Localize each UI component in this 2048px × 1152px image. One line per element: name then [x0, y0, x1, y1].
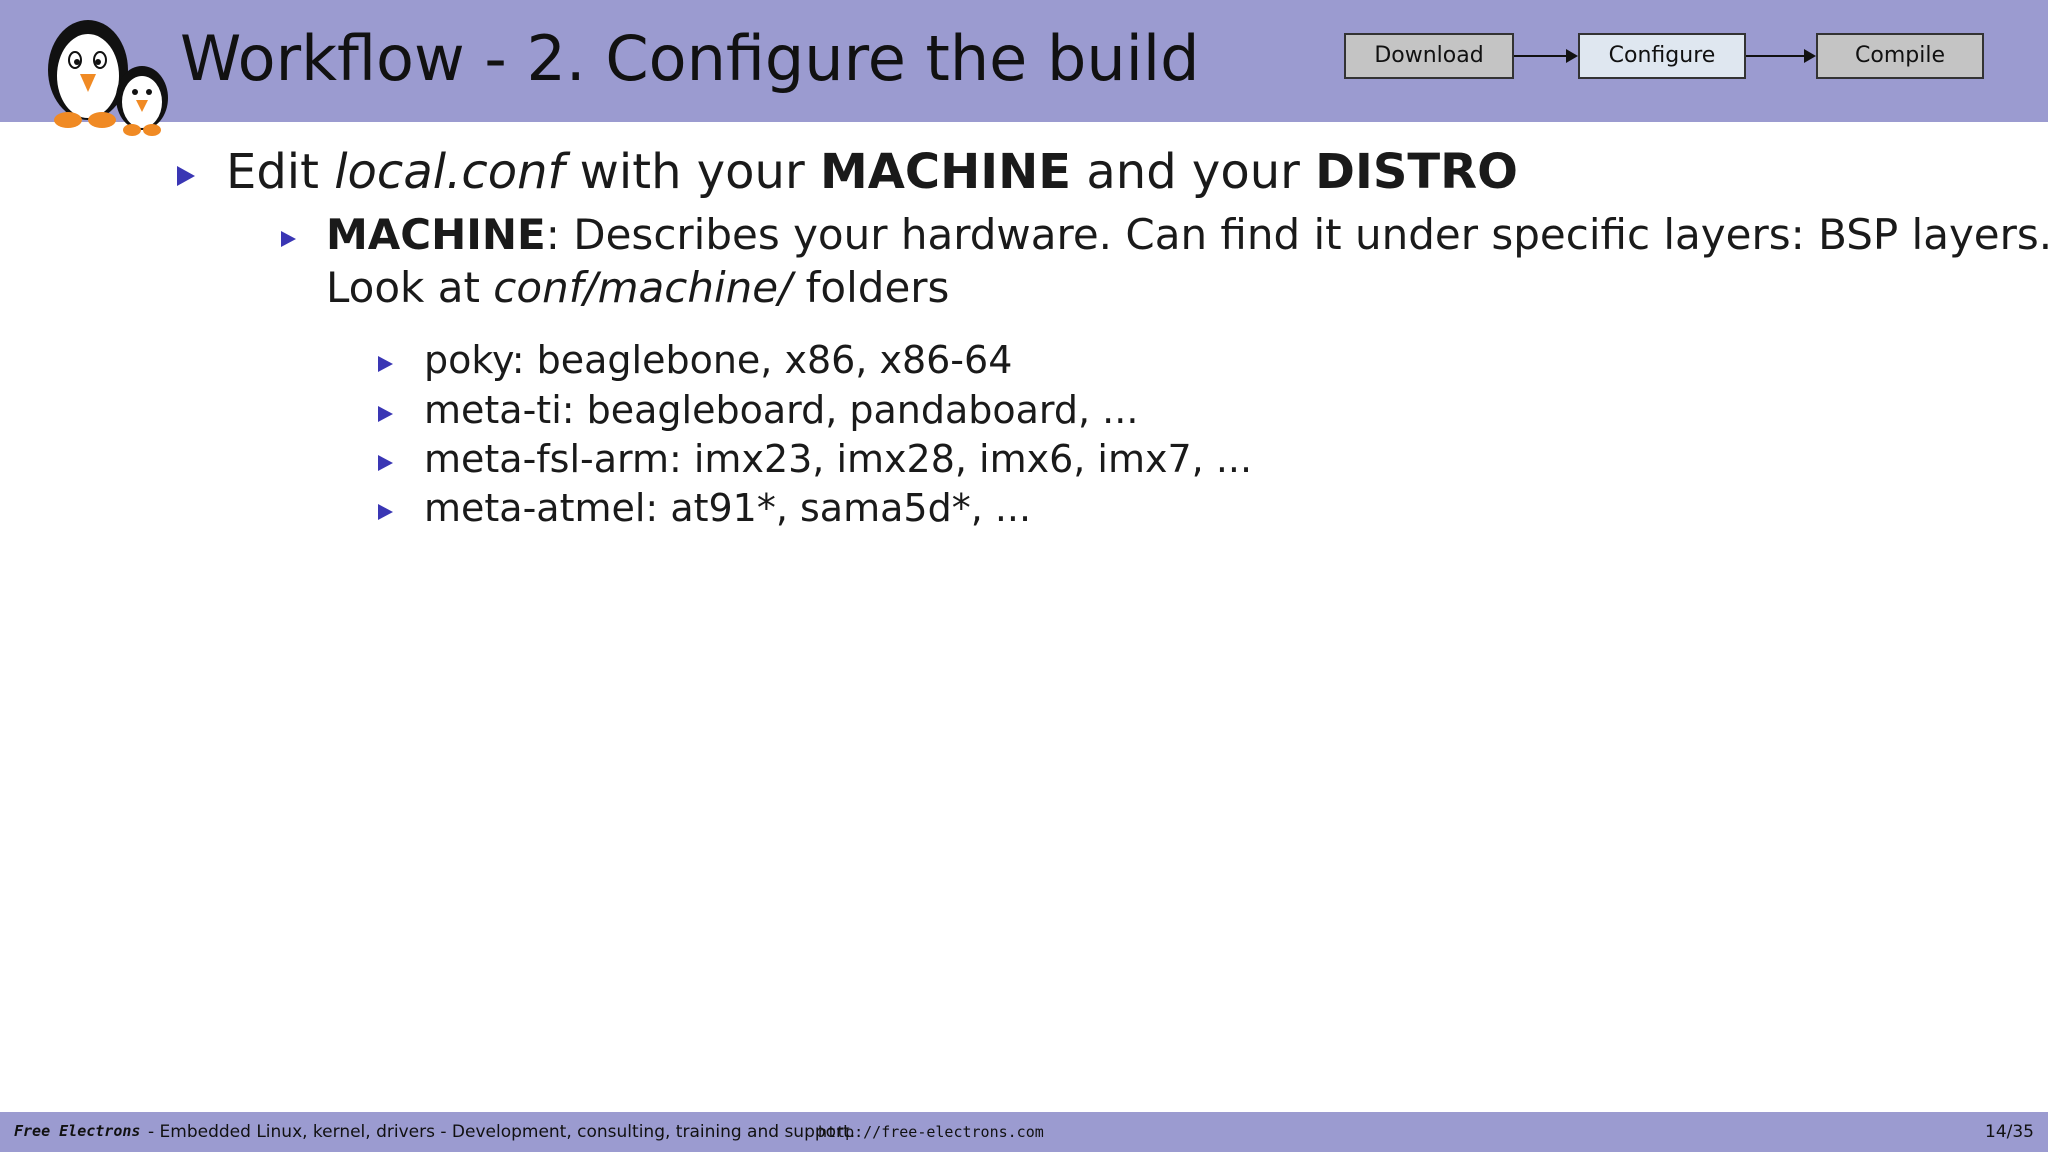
keyword-distro: DISTRO: [1315, 144, 1518, 200]
bullet-machine-description: MACHINE: Describes your hardware. Can fi…: [326, 210, 2048, 259]
bullet-icon: [378, 455, 393, 471]
bullet-edit-localconf: Edit local.conf with your MACHINE and yo…: [226, 144, 1518, 200]
keyword-machine: MACHINE: [326, 210, 546, 259]
step-arrow-icon: [1746, 49, 1816, 63]
text-segment: folders: [792, 263, 950, 312]
text-segment: : Describes your hardware. Can find it u…: [545, 210, 2048, 259]
footer-url-link[interactable]: http://free-electrons.com: [818, 1123, 1044, 1141]
page-number: 14/35: [1985, 1122, 2034, 1142]
slide-title: Workflow - 2. Configure the build: [180, 22, 1200, 95]
bullet-icon: [378, 356, 393, 372]
list-item: meta-ti: beagleboard, pandaboard, ...: [424, 388, 1139, 432]
bullet-icon: [177, 166, 195, 186]
footer-description: - Embedded Linux, kernel, drivers - Deve…: [148, 1122, 856, 1142]
step-configure-box: Configure: [1578, 33, 1746, 79]
text-segment: Edit: [226, 144, 335, 200]
folder-path: conf/machine/: [493, 263, 793, 312]
bullet-machine-description-line2: Look at conf/machine/ folders: [326, 263, 949, 312]
list-item: meta-atmel: at91*, sama5d*, ...: [424, 486, 1032, 530]
text-segment: Look at: [326, 263, 494, 312]
step-download-box: Download: [1344, 33, 1514, 79]
slide-footer: Free Electrons - Embedded Linux, kernel,…: [0, 1112, 2048, 1152]
bullet-icon: [378, 406, 393, 422]
step-arrow-icon: [1514, 49, 1578, 63]
text-segment: with your: [564, 144, 820, 200]
file-name: local.conf: [334, 144, 565, 200]
footer-brand: Free Electrons: [14, 1122, 141, 1140]
slide-content: Edit local.conf with your MACHINE and yo…: [0, 122, 2048, 1112]
keyword-machine: MACHINE: [819, 144, 1072, 200]
list-item: meta-fsl-arm: imx23, imx28, imx6, imx7, …: [424, 437, 1253, 481]
bullet-icon: [378, 504, 393, 520]
slide-header: Workflow - 2. Configure the build Downlo…: [0, 0, 2048, 136]
bullet-icon: [281, 231, 296, 247]
list-item: poky: beaglebone, x86, x86-64: [424, 338, 1013, 382]
text-segment: and your: [1071, 144, 1316, 200]
step-compile-box: Compile: [1816, 33, 1984, 79]
